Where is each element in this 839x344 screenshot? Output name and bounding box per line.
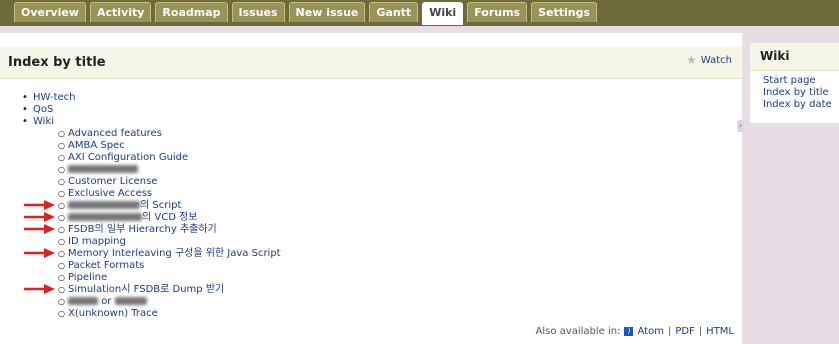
- list-item: Wiki Advanced features AMBA Spec AXI Con…: [22, 116, 281, 320]
- list-item: Exclusive Access: [58, 188, 281, 200]
- watch-link[interactable]: Watch: [701, 55, 732, 66]
- page-link[interactable]: 의 VCD 정보: [68, 212, 197, 223]
- separator: |: [698, 326, 703, 337]
- list-item: X(unknown) Trace: [58, 308, 281, 320]
- list-item: AXI Configuration Guide: [58, 152, 281, 164]
- list-item: 의 Script: [58, 200, 281, 212]
- sidebar-links: Start page Index by title Index by date: [750, 71, 839, 111]
- list-item: [58, 164, 281, 176]
- redacted-text: [68, 201, 140, 209]
- page-link[interactable]: FSDB의 일부 Hierarchy 추출하기: [68, 224, 217, 235]
- page-link[interactable]: Simulation시 FSDB로 Dump 받기: [68, 284, 224, 295]
- list-item: Customer License: [58, 176, 281, 188]
- page-link[interactable]: Pipeline: [68, 272, 107, 283]
- rss-feed-icon: ): [624, 327, 634, 336]
- redacted-text: [68, 213, 142, 221]
- list-item: Packet Formats: [58, 260, 281, 272]
- tab-settings[interactable]: Settings: [531, 2, 598, 22]
- list-item: 의 VCD 정보: [58, 212, 281, 224]
- page-link[interactable]: 의 Script: [68, 200, 181, 211]
- also-available-label: Also available in:: [535, 326, 621, 337]
- star-icon: ★: [686, 53, 697, 67]
- sidebar-link-index-by-title[interactable]: Index by title: [763, 87, 839, 99]
- atom-link[interactable]: Atom: [637, 326, 663, 337]
- red-arrow-icon: [24, 224, 55, 234]
- page-link[interactable]: Packet Formats: [68, 260, 144, 271]
- redacted-text: [68, 165, 138, 173]
- page-title: Index by title: [8, 55, 106, 70]
- page-link[interactable]: or: [68, 296, 147, 307]
- red-arrow-icon: [24, 248, 55, 258]
- pdf-link[interactable]: PDF: [675, 326, 694, 337]
- sidebar-link-index-by-date[interactable]: Index by date: [763, 99, 839, 111]
- list-item: Memory Interleaving 구성을 위한 Java Script: [58, 248, 281, 260]
- page-link-redacted[interactable]: [68, 164, 138, 175]
- sidebar-title: Wiki: [750, 43, 839, 71]
- list-item: AMBA Spec: [58, 140, 281, 152]
- list-item: Advanced features: [58, 128, 281, 140]
- content-header: Index by title ★ Watch: [0, 47, 742, 79]
- top-menu-bar: Overview Activity Roadmap Issues New iss…: [0, 0, 839, 26]
- wiki-index-tree: HW-tech QoS Wiki Advanced features AMBA …: [22, 92, 281, 320]
- sidebar-wiki-box: Wiki Start page Index by title Index by …: [750, 43, 839, 123]
- main-content: Index by title ★ Watch HW-tech QoS Wiki …: [0, 33, 742, 344]
- project-tabs: Overview Activity Roadmap Issues New iss…: [14, 2, 598, 25]
- page-link[interactable]: ID mapping: [68, 236, 126, 247]
- list-item: ID mapping: [58, 236, 281, 248]
- page-link[interactable]: Memory Interleaving 구성을 위한 Java Script: [68, 248, 281, 259]
- tab-gantt[interactable]: Gantt: [369, 2, 419, 22]
- wiki-subpages: Advanced features AMBA Spec AXI Configur…: [58, 128, 281, 320]
- watch-button[interactable]: ★ Watch: [686, 53, 732, 67]
- page-link[interactable]: AMBA Spec: [68, 140, 125, 151]
- tab-overview[interactable]: Overview: [14, 2, 86, 22]
- red-arrow-icon: [24, 212, 55, 222]
- page-link[interactable]: X(unknown) Trace: [68, 308, 158, 319]
- list-item: HW-tech: [22, 92, 281, 104]
- page-link-hw-tech[interactable]: HW-tech: [33, 92, 76, 103]
- list-item: FSDB의 일부 Hierarchy 추출하기: [58, 224, 281, 236]
- page-link[interactable]: AXI Configuration Guide: [68, 152, 188, 163]
- page-link[interactable]: Customer License: [68, 176, 157, 187]
- page-link-qos[interactable]: QoS: [33, 104, 53, 115]
- redacted-text: [114, 297, 147, 305]
- separator: |: [667, 326, 672, 337]
- list-item: or: [58, 296, 281, 308]
- page-link[interactable]: Exclusive Access: [68, 188, 152, 199]
- list-item: Simulation시 FSDB로 Dump 받기: [58, 284, 281, 296]
- sidebar-link-start-page[interactable]: Start page: [763, 75, 839, 87]
- page-link[interactable]: Advanced features: [68, 128, 162, 139]
- redacted-text: [68, 297, 98, 305]
- tab-issues[interactable]: Issues: [231, 2, 285, 22]
- page-link-wiki[interactable]: Wiki: [33, 116, 54, 127]
- tab-roadmap[interactable]: Roadmap: [155, 2, 228, 22]
- list-item: Pipeline: [58, 272, 281, 284]
- sidebar-toggle-icon[interactable]: ›: [737, 120, 744, 132]
- export-formats: Also available in: ) Atom | PDF | HTML: [536, 326, 734, 337]
- tab-forums[interactable]: Forums: [467, 2, 528, 22]
- red-arrow-icon: [24, 284, 55, 294]
- sidebar: Wiki Start page Index by title Index by …: [750, 33, 839, 344]
- red-arrow-icon: [24, 200, 55, 210]
- tab-activity[interactable]: Activity: [89, 2, 152, 22]
- html-link[interactable]: HTML: [706, 326, 734, 337]
- tab-wiki[interactable]: Wiki: [422, 2, 464, 25]
- list-item: QoS: [22, 104, 281, 116]
- tab-new-issue[interactable]: New issue: [288, 2, 366, 22]
